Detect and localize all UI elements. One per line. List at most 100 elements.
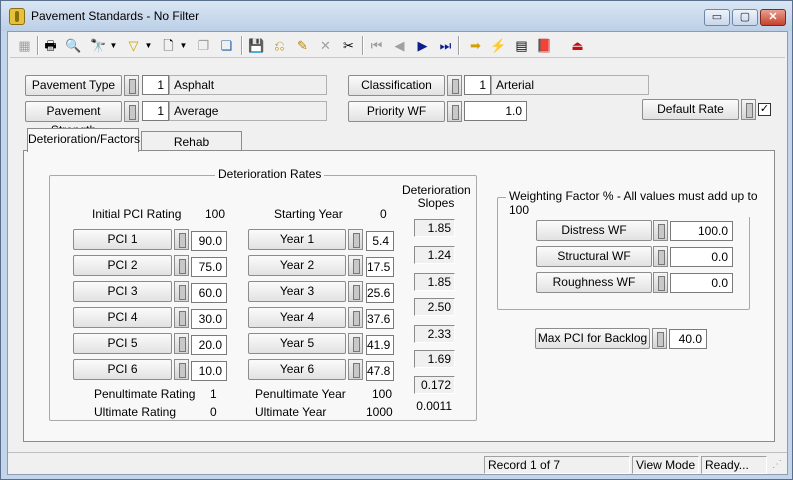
pavement-strength-picker[interactable] (124, 101, 139, 122)
pci-5-field[interactable]: 20.0 (191, 335, 227, 355)
year-5-picker[interactable] (348, 333, 363, 354)
grid-icon[interactable]: ▦ (14, 35, 35, 56)
pavement-type-number[interactable]: 1 (142, 75, 169, 95)
find-icon[interactable]: 🔭 (88, 35, 109, 56)
roughness-wf-picker[interactable] (653, 272, 668, 293)
pci-6-button[interactable]: PCI 6 (73, 359, 172, 380)
year-1-picker[interactable] (348, 229, 363, 250)
new-dropdown-icon[interactable]: ▼ (179, 35, 188, 56)
pci-2-button[interactable]: PCI 2 (73, 255, 172, 276)
distress-wf-picker[interactable] (653, 220, 668, 241)
year-6-field[interactable]: 47.8 (366, 361, 394, 381)
slope-6-value: 1.69 (414, 350, 455, 368)
priority-wf-button[interactable]: Priority WF (348, 101, 445, 122)
cut-icon[interactable]: ✂ (338, 35, 359, 56)
pci-4-button[interactable]: PCI 4 (73, 307, 172, 328)
paste-icon[interactable]: ❏ (216, 35, 237, 56)
undo-icon[interactable]: ⎌ (269, 35, 290, 56)
last-record-icon[interactable]: ⏭ (435, 35, 456, 56)
maximize-button[interactable]: ▢ (732, 9, 758, 26)
classification-name: Arterial (491, 75, 649, 95)
default-rate-picker[interactable] (741, 99, 756, 120)
go-to-icon[interactable]: ➡ (465, 35, 486, 56)
priority-wf-picker[interactable] (447, 101, 462, 122)
year-6-picker[interactable] (348, 359, 363, 380)
pci-3-picker[interactable] (174, 281, 189, 302)
default-rate-checkbox[interactable]: ✓ (758, 103, 771, 116)
year-5-field[interactable]: 41.9 (366, 335, 394, 355)
roughness-wf-button[interactable]: Roughness WF (536, 272, 652, 293)
pci-6-field[interactable]: 10.0 (191, 361, 227, 381)
print-preview-icon[interactable]: 🔍 (63, 35, 84, 56)
ultimate-rating-value: 0 (210, 405, 217, 419)
year-6-button[interactable]: Year 6 (248, 359, 346, 380)
next-record-icon[interactable]: ▶ (412, 35, 433, 56)
report-icon[interactable]: ▤ (511, 35, 532, 56)
save-disabled-icon[interactable]: 💾 (246, 35, 267, 56)
app-icon (9, 8, 25, 25)
year-2-button[interactable]: Year 2 (248, 255, 346, 276)
filter-icon[interactable]: ▽ (123, 35, 144, 56)
print-icon[interactable]: 🖶 (40, 35, 61, 56)
pavement-type-picker[interactable] (124, 75, 139, 96)
classification-picker[interactable] (447, 75, 462, 96)
find-dropdown-icon[interactable]: ▼ (109, 35, 118, 56)
pavement-type-button[interactable]: Pavement Type (25, 75, 122, 96)
distress-wf-button[interactable]: Distress WF (536, 220, 652, 241)
year-3-field[interactable]: 25.6 (366, 283, 394, 303)
pci-6-picker[interactable] (174, 359, 189, 380)
pavement-strength-button[interactable]: Pavement Strength (25, 101, 122, 137)
copy-disabled-icon[interactable]: ❐ (193, 35, 214, 56)
year-5-button[interactable]: Year 5 (248, 333, 346, 354)
structural-wf-button[interactable]: Structural WF (536, 246, 652, 267)
new-record-icon[interactable]: 🗋 (158, 35, 179, 56)
year-1-field[interactable]: 5.4 (366, 231, 394, 251)
year-4-button[interactable]: Year 4 (248, 307, 346, 328)
structural-wf-field[interactable]: 0.0 (670, 247, 733, 267)
pci-1-picker[interactable] (174, 229, 189, 250)
lightning-icon[interactable]: ⚡ (488, 35, 509, 56)
exit-icon[interactable]: ⏏ (567, 35, 588, 56)
minimize-button[interactable]: ▭ (704, 9, 730, 26)
pci-3-button[interactable]: PCI 3 (73, 281, 172, 302)
max-pci-backlog-picker[interactable] (652, 328, 667, 349)
pci-2-field[interactable]: 75.0 (191, 257, 227, 277)
roughness-wf-field[interactable]: 0.0 (670, 273, 733, 293)
edit-icon[interactable]: ✎ (292, 35, 313, 56)
year-2-field[interactable]: 17.5 (366, 257, 394, 277)
filter-dropdown-icon[interactable]: ▼ (144, 35, 153, 56)
toolbar-separator (37, 36, 39, 55)
classification-number[interactable]: 1 (464, 75, 491, 95)
year-3-button[interactable]: Year 3 (248, 281, 346, 302)
pci-2-picker[interactable] (174, 255, 189, 276)
book-icon[interactable]: 📕 (534, 35, 555, 56)
penultimate-year-label: Penultimate Year (255, 387, 346, 401)
year-3-picker[interactable] (348, 281, 363, 302)
max-pci-backlog-field[interactable]: 40.0 (669, 329, 707, 349)
pci-5-picker[interactable] (174, 333, 189, 354)
pci-1-field[interactable]: 90.0 (191, 231, 227, 251)
starting-year-label: Starting Year (274, 207, 343, 221)
distress-wf-field[interactable]: 100.0 (670, 221, 733, 241)
default-rate-button[interactable]: Default Rate (642, 99, 739, 120)
resize-grip-icon[interactable]: ⋰ (772, 459, 782, 470)
pci-1-button[interactable]: PCI 1 (73, 229, 172, 250)
year-4-field[interactable]: 37.6 (366, 309, 394, 329)
previous-record-icon[interactable]: ◀ (389, 35, 410, 56)
year-1-button[interactable]: Year 1 (248, 229, 346, 250)
max-pci-backlog-button[interactable]: Max PCI for Backlog (535, 328, 650, 349)
close-button[interactable]: ✕ (760, 9, 786, 26)
structural-wf-picker[interactable] (653, 246, 668, 267)
pci-5-button[interactable]: PCI 5 (73, 333, 172, 354)
pci-4-field[interactable]: 30.0 (191, 309, 227, 329)
tab-deterioration-factors[interactable]: Deterioration/Factors (27, 128, 140, 152)
pavement-strength-number[interactable]: 1 (142, 101, 169, 121)
pci-4-picker[interactable] (174, 307, 189, 328)
priority-wf-field[interactable]: 1.0 (464, 101, 527, 121)
classification-button[interactable]: Classification (348, 75, 445, 96)
pci-3-field[interactable]: 60.0 (191, 283, 227, 303)
first-record-icon[interactable]: ⏮ (366, 35, 387, 56)
year-4-picker[interactable] (348, 307, 363, 328)
delete-disabled-icon[interactable]: ✕ (315, 35, 336, 56)
year-2-picker[interactable] (348, 255, 363, 276)
